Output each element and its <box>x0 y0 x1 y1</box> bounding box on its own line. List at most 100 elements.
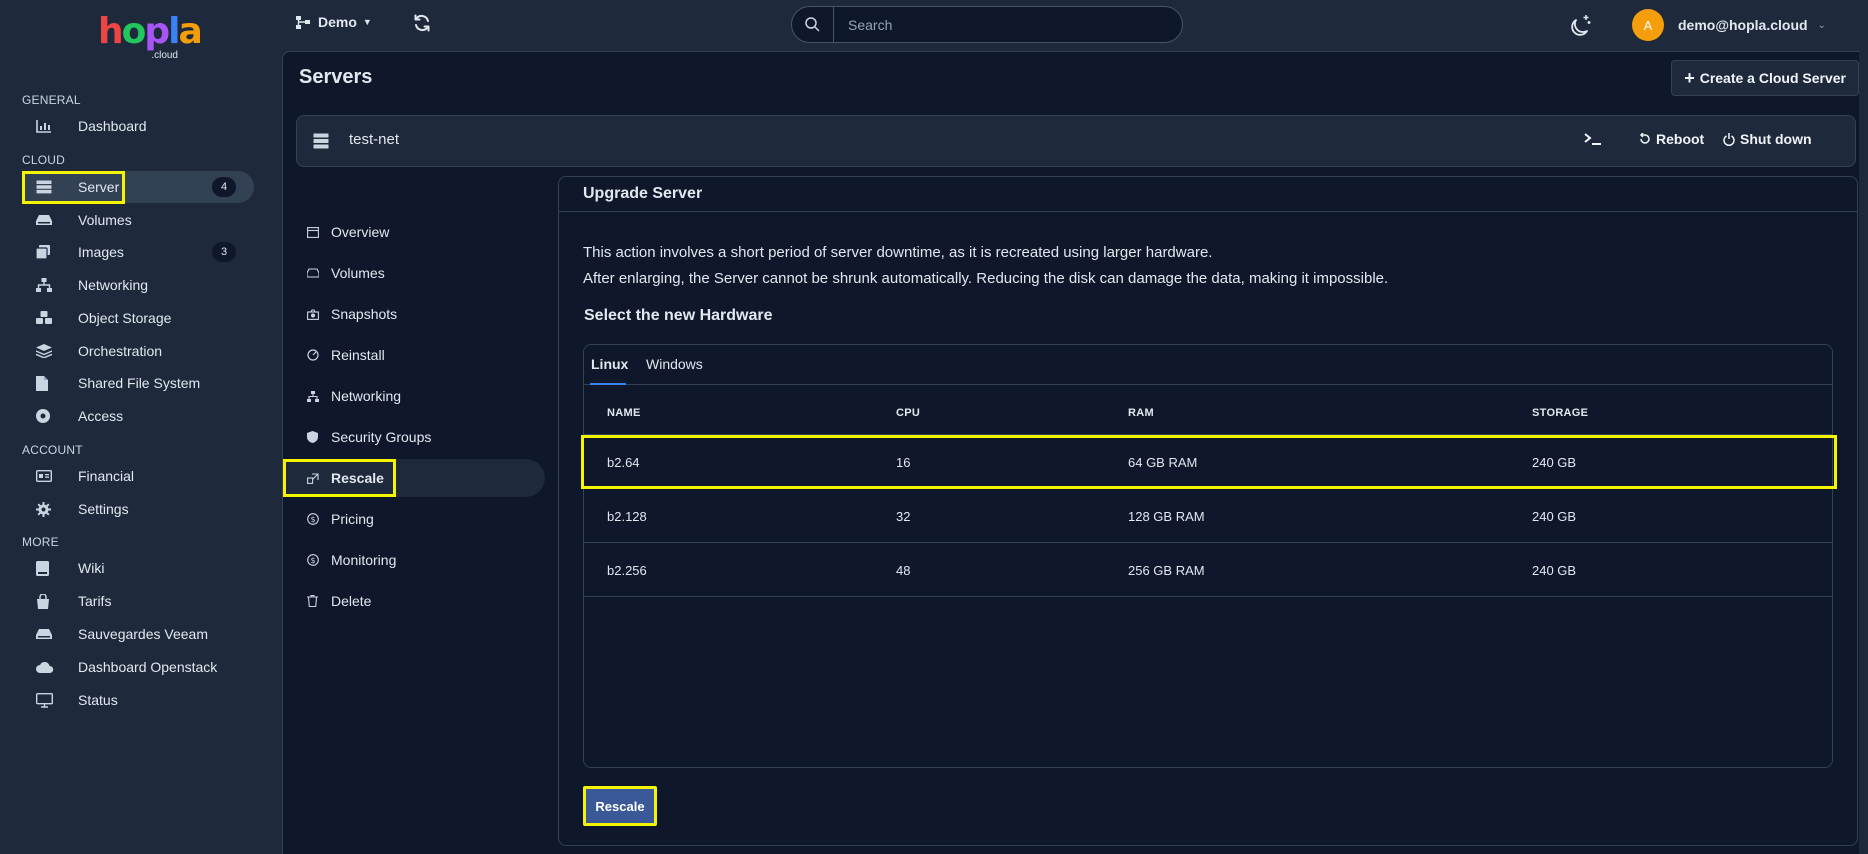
sidebar-item-shared-file-system[interactable]: Shared File System <box>22 367 254 399</box>
sidebar-item-label: Tarifs <box>78 593 112 609</box>
user-menu[interactable]: A demo@hopla.cloud ⌄ <box>1632 9 1826 41</box>
column-storage: STORAGE <box>1532 407 1589 419</box>
sidebar-item-label: Object Storage <box>78 310 172 326</box>
sidebar-item-label: Access <box>78 408 124 424</box>
reboot-icon <box>1639 133 1651 145</box>
images-count-badge: 3 <box>212 242 236 262</box>
rescale-button[interactable]: Rescale <box>583 786 657 826</box>
sidebar-item-label: Sauvegardes Veeam <box>78 626 208 642</box>
book-icon <box>36 560 64 576</box>
column-ram: RAM <box>1128 407 1154 419</box>
console-button[interactable] <box>1583 131 1603 147</box>
sidebar-item-wiki[interactable]: Wiki <box>22 552 254 584</box>
sidebar-item-volumes[interactable]: Volumes <box>22 204 254 236</box>
disk-icon <box>36 214 64 226</box>
shutdown-button[interactable]: Shut down <box>1723 131 1812 147</box>
section-more: MORE <box>22 535 59 549</box>
trash-icon <box>307 595 321 607</box>
bag-icon <box>36 593 64 609</box>
table-header: NAME CPU RAM STORAGE <box>584 385 1832 435</box>
sidebar-item-dashboard-openstack[interactable]: Dashboard Openstack <box>22 651 254 683</box>
cell-cpu: 48 <box>896 563 911 578</box>
selected-row-highlight <box>581 435 1837 489</box>
shield-icon <box>307 431 321 443</box>
refresh-icon[interactable] <box>412 13 432 33</box>
svg-text:$: $ <box>310 556 315 565</box>
dollar-icon: $ <box>307 513 321 525</box>
sidebar-item-label: Wiki <box>78 560 105 576</box>
tab-linux[interactable]: Linux <box>591 356 628 372</box>
tab-overview[interactable]: Overview <box>283 213 545 251</box>
monitor-icon <box>36 692 64 708</box>
reboot-button[interactable]: Reboot <box>1639 131 1704 147</box>
sidebar-item-orchestration[interactable]: Orchestration <box>22 335 254 367</box>
sidebar-item-status[interactable]: Status <box>22 684 254 716</box>
chevron-down-icon: ⌄ <box>1817 19 1826 31</box>
logo-wordmark: hopla <box>98 11 203 52</box>
gear-icon <box>36 501 64 517</box>
network-icon <box>36 278 64 292</box>
search-input[interactable] <box>848 16 1148 33</box>
hardware-table: Linux Windows NAME CPU RAM STORAGE b2.64… <box>581 344 1837 768</box>
sidebar-item-label: Dashboard <box>78 118 147 134</box>
column-name: NAME <box>607 407 641 419</box>
tab-security-groups[interactable]: Security Groups <box>283 418 545 456</box>
user-email: demo@hopla.cloud <box>1678 17 1808 33</box>
theme-toggle-icon[interactable] <box>1569 12 1593 36</box>
sidebar-item-settings[interactable]: Settings <box>22 493 254 525</box>
terminal-icon <box>1583 131 1603 147</box>
section-cloud: CLOUD <box>22 153 66 167</box>
sidebar-item-tarifs[interactable]: Tarifs <box>22 585 254 617</box>
tab-delete[interactable]: Delete <box>283 582 545 620</box>
sidebar-item-dashboard[interactable]: Dashboard <box>22 110 254 142</box>
chart-icon <box>36 119 64 133</box>
sidebar-item-images[interactable]: Images 3 <box>22 236 254 268</box>
overview-icon <box>307 226 321 238</box>
tab-monitoring[interactable]: $ Monitoring <box>283 541 545 579</box>
sidebar-item-label: Financial <box>78 468 135 484</box>
logo-sub: .cloud <box>151 50 178 61</box>
upgrade-description: This action involves a short period of s… <box>583 240 1388 292</box>
sidebar-item-access[interactable]: Access <box>22 400 254 432</box>
table-row[interactable]: b2.128 32 128 GB RAM 240 GB <box>584 489 1832 543</box>
tab-networking[interactable]: Networking <box>283 377 545 415</box>
sidebar-item-sauvegardes-veeam[interactable]: Sauvegardes Veeam <box>22 618 254 650</box>
cell-storage: 240 GB <box>1532 563 1577 578</box>
sidebar-item-label: Status <box>78 692 118 708</box>
sidebar-item-financial[interactable]: Financial <box>22 460 254 492</box>
table-row[interactable]: b2.256 48 256 GB RAM 240 GB <box>584 543 1832 597</box>
select-hardware-title: Select the new Hardware <box>584 307 773 324</box>
create-cloud-server-button[interactable]: + Create a Cloud Server <box>1671 60 1859 96</box>
network-icon <box>307 390 321 402</box>
subnav-label: Overview <box>331 224 390 240</box>
description-line-1: This action involves a short period of s… <box>583 244 1213 261</box>
project-selector[interactable]: Demo ▼ <box>296 14 372 30</box>
search-box[interactable] <box>791 6 1183 43</box>
tab-reinstall[interactable]: Reinstall <box>283 336 545 374</box>
server-name: test-net <box>349 131 400 148</box>
project-icon <box>296 15 310 29</box>
card-icon <box>36 470 64 482</box>
os-tabs: Linux Windows <box>584 345 1832 385</box>
tab-volumes[interactable]: Volumes <box>283 254 545 292</box>
hopla-logo[interactable]: hopla .cloud <box>98 11 203 62</box>
cell-name: b2.128 <box>607 509 647 524</box>
drive-icon <box>36 628 64 640</box>
key-icon <box>36 409 64 423</box>
sidebar-item-label: Orchestration <box>78 343 163 359</box>
topbar: Demo ▼ A demo@hopla.cloud ⌄ <box>282 0 1868 50</box>
tab-snapshots[interactable]: Snapshots <box>283 295 545 333</box>
images-icon <box>36 245 64 259</box>
layers-icon <box>36 344 64 358</box>
sidebar-item-label: Images <box>78 244 124 260</box>
table-row[interactable]: b2.64 16 64 GB RAM 240 GB <box>581 435 1837 489</box>
cell-ram: 256 GB RAM <box>1128 563 1205 578</box>
subnav-label: Reinstall <box>331 347 385 363</box>
tab-windows[interactable]: Windows <box>646 356 703 372</box>
subnav-label: Monitoring <box>331 552 397 568</box>
rescale-highlight-box <box>283 459 396 497</box>
sidebar-item-networking[interactable]: Networking <box>22 269 254 301</box>
sidebar-item-object-storage[interactable]: Object Storage <box>22 302 254 334</box>
file-icon <box>36 375 64 391</box>
tab-pricing[interactable]: $ Pricing <box>283 500 545 538</box>
